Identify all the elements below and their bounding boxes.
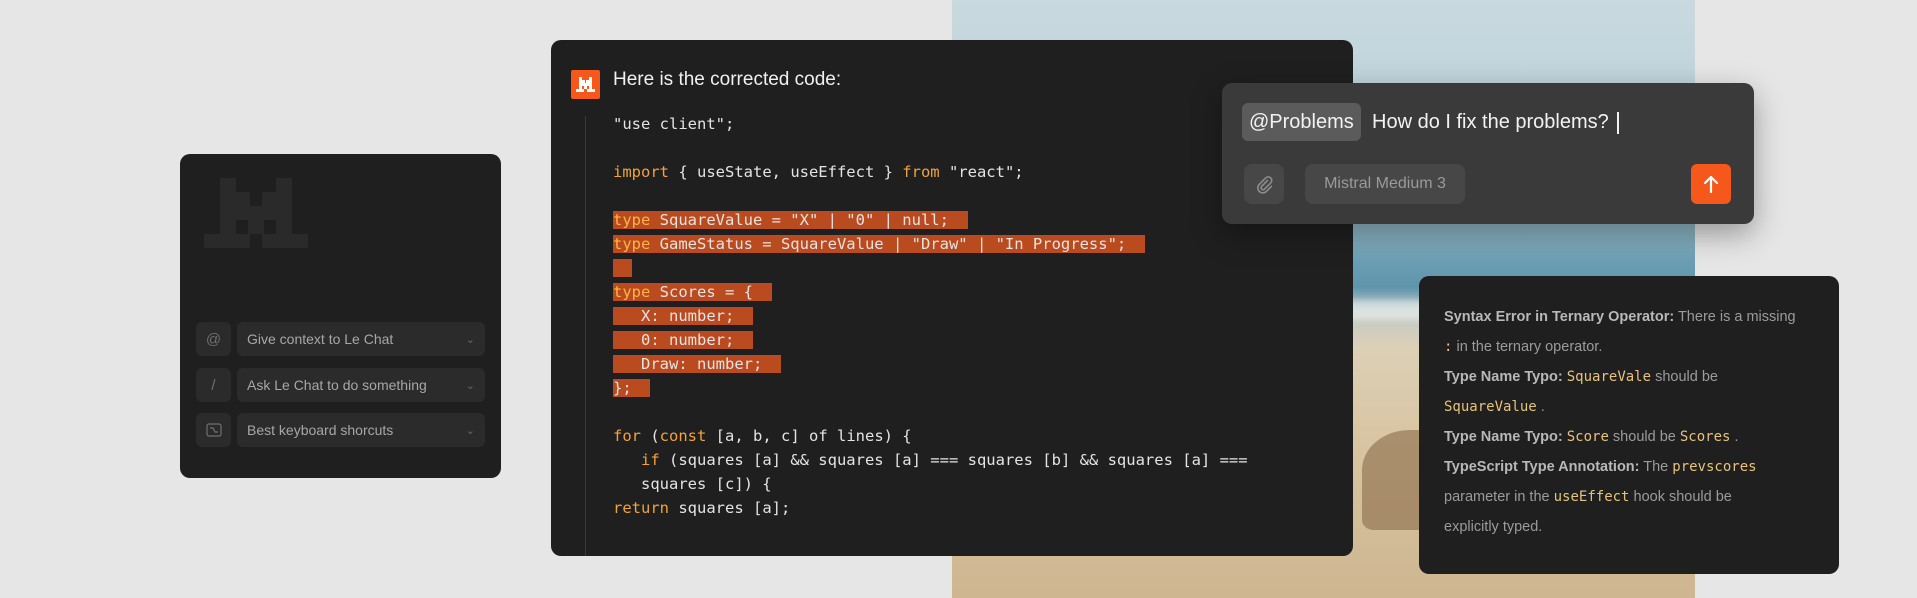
prompt-input[interactable]: How do I fix the problems? <box>1372 111 1619 134</box>
code-line: X: number; <box>613 304 1248 328</box>
problem-title: Syntax Error in Ternary Operator: <box>1444 309 1675 325</box>
slash-icon: / <box>196 368 231 402</box>
code-keyword: from <box>902 163 940 181</box>
problem-text: in the ternary operator. <box>1452 339 1603 355</box>
command-field[interactable]: Ask Le Chat to do something ⌄ <box>237 368 485 402</box>
chevron-down-icon: ⌄ <box>465 424 475 437</box>
problem-code: Score <box>1566 429 1609 445</box>
code-line-text: X: number; <box>613 307 753 325</box>
problem-code: useEffect <box>1553 489 1630 505</box>
problem-text: parameter in the <box>1444 489 1554 505</box>
problem-code: prevscores <box>1672 459 1757 475</box>
mistral-logo-icon <box>204 178 308 248</box>
response-title: Here is the corrected code: <box>613 69 842 90</box>
at-icon: @ <box>196 322 231 356</box>
problem-item: Type Name Typo: SquareVale should be Squa… <box>1444 362 1829 422</box>
code-keyword: type <box>613 211 651 229</box>
mention-chip[interactable]: @Problems <box>1242 103 1361 141</box>
problem-text: hook should be <box>1629 489 1732 505</box>
command-row-shortcuts[interactable]: Best keyboard shorcuts ⌄ <box>196 413 485 447</box>
problem-item: TypeScript Type Annotation: The prevscor… <box>1444 452 1829 542</box>
code-keyword: return <box>613 499 669 517</box>
code-line-text: "use client"; <box>613 115 735 133</box>
problem-title: Type Name Typo: <box>1444 429 1563 445</box>
problem-item: Syntax Error in Ternary Operator: There … <box>1444 302 1829 362</box>
code-line: type GameStatus = SquareValue | "Draw" |… <box>613 232 1248 256</box>
code-line-text: }; <box>613 379 651 397</box>
response-divider <box>585 116 586 556</box>
command-field[interactable]: Best keyboard shorcuts ⌄ <box>237 413 485 447</box>
problem-code: SquareValue <box>1444 399 1537 415</box>
code-line-text: squares [c]) { <box>613 475 772 493</box>
text-caret <box>1616 111 1619 134</box>
command-label: Ask Le Chat to do something <box>247 377 427 393</box>
code-line: Draw: number; <box>613 352 1248 376</box>
problem-text: . <box>1536 399 1545 415</box>
command-field[interactable]: Give context to Le Chat ⌄ <box>237 322 485 356</box>
code-line: }; <box>613 376 1248 400</box>
problem-title: TypeScript Type Annotation: <box>1444 459 1640 475</box>
problem-text: There is a missing <box>1674 309 1796 325</box>
prompt-text: How do I fix the problems? <box>1372 111 1609 133</box>
problem-item: Type Name Typo: Score should be Scores . <box>1444 422 1829 452</box>
command-row-action[interactable]: / Ask Le Chat to do something ⌄ <box>196 368 485 402</box>
problems-panel: Syntax Error in Ternary Operator: There … <box>1419 276 1839 574</box>
code-keyword: type <box>613 235 651 253</box>
code-line-text: 0: number; <box>613 331 753 349</box>
code-line-text: type GameStatus = SquareValue | "Draw" |… <box>613 235 1145 253</box>
code-line-text: Draw: number; <box>613 355 781 373</box>
code-line: for (const [a, b, c] of lines) { <box>613 424 1248 448</box>
problem-title: Type Name Typo: <box>1444 369 1563 385</box>
problem-text: explicitly typed. <box>1444 519 1543 535</box>
code-block[interactable]: "use client"; import { useState, useEffec… <box>613 112 1248 520</box>
prompt-box[interactable]: @Problems How do I fix the problems? Mis… <box>1222 83 1754 224</box>
code-line-text: type SquareValue = "X" | "0" | null; <box>613 211 968 229</box>
shortcuts-panel: @ Give context to Le Chat ⌄ / Ask Le Cha… <box>180 154 501 478</box>
chevron-down-icon: ⌄ <box>465 379 475 392</box>
command-label: Best keyboard shorcuts <box>247 422 394 438</box>
code-keyword: const <box>659 427 707 445</box>
code-line: return squares [a]; <box>613 496 1248 520</box>
send-button[interactable] <box>1691 164 1731 204</box>
code-line-text: type Scores = { <box>613 283 772 301</box>
code-line-text: if (squares [a] && squares [a] === squar… <box>641 451 1248 469</box>
problem-text: should be <box>1608 429 1680 445</box>
chevron-down-icon: ⌄ <box>465 333 475 346</box>
code-line: "use client"; <box>613 112 1248 136</box>
code-line: type Scores = { <box>613 280 1248 304</box>
code-keyword: type <box>613 283 651 301</box>
command-label: Give context to Le Chat <box>247 331 394 347</box>
keyboard-icon <box>196 413 231 447</box>
code-line <box>613 256 1248 280</box>
model-selector[interactable]: Mistral Medium 3 <box>1305 164 1465 204</box>
code-line-text: import { useState, useEffect } from "rea… <box>613 163 1024 181</box>
problem-text: The <box>1639 459 1673 475</box>
arrow-up-icon <box>1703 175 1719 193</box>
attach-button[interactable] <box>1244 164 1284 204</box>
code-line: import { useState, useEffect } from "rea… <box>613 160 1248 184</box>
problems-list: Syntax Error in Ternary Operator: There … <box>1444 302 1829 542</box>
code-line: type SquareValue = "X" | "0" | null; <box>613 208 1248 232</box>
assistant-avatar-icon <box>571 70 600 99</box>
code-line: 0: number; <box>613 328 1248 352</box>
problem-code: Scores <box>1679 429 1731 445</box>
code-keyword: import <box>613 163 669 181</box>
code-keyword: if <box>641 451 660 469</box>
command-row-context[interactable]: @ Give context to Le Chat ⌄ <box>196 322 485 356</box>
code-keyword: for <box>613 427 641 445</box>
code-line-text: for (const [a, b, c] of lines) { <box>613 427 912 445</box>
code-line: if (squares [a] && squares [a] === squar… <box>613 448 1248 472</box>
problem-code: SquareVale <box>1566 369 1652 385</box>
paperclip-icon <box>1257 176 1273 194</box>
code-line-text <box>613 259 632 277</box>
code-line: squares [c]) { <box>613 472 1248 496</box>
problem-text: . <box>1730 429 1739 445</box>
code-line-text: return squares [a]; <box>613 499 791 517</box>
problem-text: should be <box>1651 369 1718 385</box>
